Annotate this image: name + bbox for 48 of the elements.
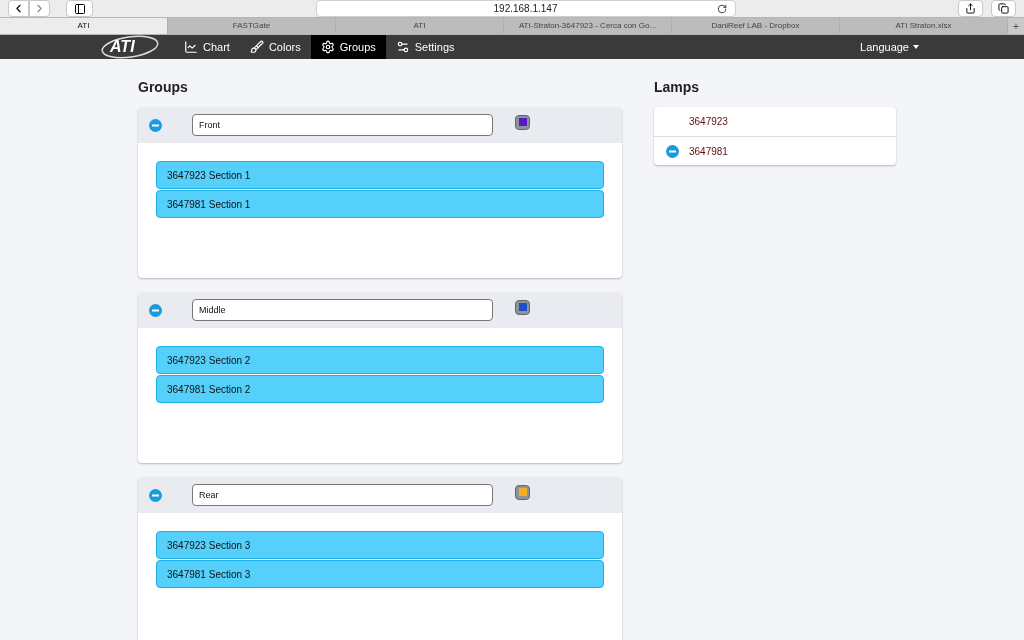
- nav-item[interactable]: Groups: [310, 35, 386, 59]
- nav-item[interactable]: Chart: [174, 35, 240, 59]
- group-member[interactable]: 3647923 Section 2: [156, 346, 604, 374]
- nav-icon: [184, 40, 198, 54]
- lamp-id[interactable]: 3647923: [689, 114, 728, 129]
- logo-swoosh-icon: [100, 34, 160, 60]
- browser-tab[interactable]: ATI: [0, 18, 168, 34]
- lamp-row[interactable]: 3647981: [654, 136, 896, 165]
- share-icon: [965, 3, 976, 14]
- browser-tab[interactable]: ATI: [336, 18, 504, 34]
- section-title: Lamps: [654, 78, 701, 97]
- browser-tab[interactable]: DaniReef LAB - Dropbox: [672, 18, 840, 34]
- group-member[interactable]: 3647981 Section 3: [156, 560, 604, 588]
- remove-icon[interactable]: [149, 118, 162, 132]
- remove-icon[interactable]: [666, 144, 679, 158]
- language-dropdown[interactable]: Language: [860, 35, 919, 59]
- group-member[interactable]: 3647981 Section 2: [156, 375, 604, 403]
- sidebar-icon: [73, 2, 86, 15]
- address-field[interactable]: 192.168.1.147: [315, 0, 736, 17]
- reload-icon[interactable]: [716, 3, 727, 14]
- group-name-field[interactable]: Middle: [192, 299, 493, 321]
- nav-icon: [395, 40, 410, 54]
- browser-tab[interactable]: ATI Straton.xlsx: [840, 18, 1008, 34]
- group-name-field[interactable]: Front: [192, 114, 493, 136]
- color-swatch[interactable]: [515, 484, 530, 500]
- sidebar-button[interactable]: [66, 0, 93, 17]
- tabs-icon: [998, 3, 1009, 14]
- lamp-row[interactable]: 3647923: [654, 107, 896, 136]
- nav-item[interactable]: Settings: [385, 35, 465, 59]
- browser-tab[interactable]: ATI-Straton-3647923 - Cerca con Go...: [504, 18, 672, 34]
- nav-icon: [249, 40, 264, 54]
- new-tab-button[interactable]: +: [1008, 18, 1024, 34]
- group-member[interactable]: 3647923 Section 3: [156, 531, 604, 559]
- nav-icon: [320, 40, 335, 54]
- share-button[interactable]: [958, 0, 983, 17]
- remove-icon[interactable]: [149, 303, 162, 317]
- group-member[interactable]: 3647923 Section 1: [156, 161, 604, 189]
- tabs-button[interactable]: [991, 0, 1016, 17]
- back-button[interactable]: [8, 0, 29, 17]
- lamp-id[interactable]: 3647981: [689, 143, 728, 159]
- group-member[interactable]: 3647981 Section 1: [156, 190, 604, 218]
- browser-tab[interactable]: FASTGate: [168, 18, 336, 34]
- nav-item[interactable]: Colors: [239, 35, 311, 59]
- group-name-field[interactable]: Rear: [192, 484, 493, 506]
- remove-icon[interactable]: [149, 488, 162, 502]
- color-swatch[interactable]: [515, 299, 530, 315]
- section-title: Groups: [138, 78, 189, 97]
- color-swatch[interactable]: [515, 114, 530, 130]
